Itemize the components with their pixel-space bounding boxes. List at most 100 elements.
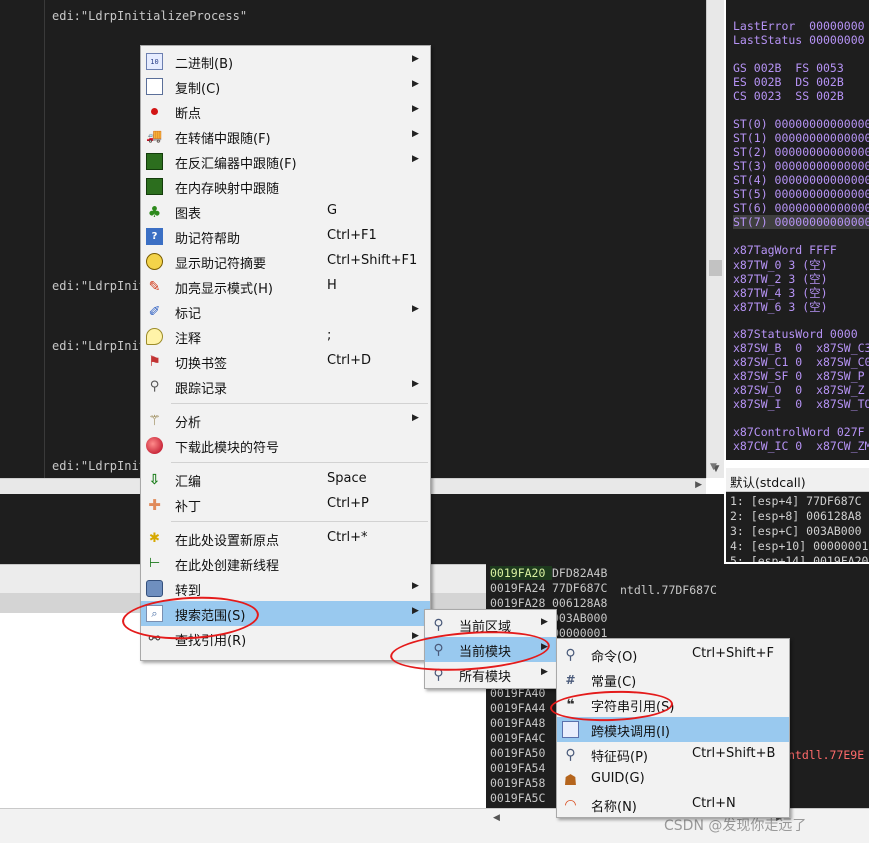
menu-item-trace-feet[interactable]: ⚲ 跟踪记录 ▶ [141, 374, 430, 399]
menu-item-memory-map[interactable]: 在内存映射中跟随 [141, 174, 430, 199]
menu-item-shortcut: Ctrl+F1 [327, 228, 377, 243]
menu-item-shortcut: H [327, 278, 337, 293]
call-argument-line[interactable]: 2: [esp+8] 006128A8 [730, 509, 862, 523]
new-origin-icon: ✱ [149, 531, 160, 546]
call-argument-line[interactable]: 3: [esp+C] 003AB000 [730, 524, 862, 538]
register-line[interactable]: ST(4) 00000000000000 [733, 173, 869, 187]
menu-item-label: 跨模块调用(I) [591, 725, 670, 740]
stack-row[interactable]: 0019FA54 [490, 761, 552, 775]
menu-separator [171, 462, 428, 463]
current-module-submenu: ⚲ 命令(O) Ctrl+Shift+F # 常量(C) ❝ 字符串引用(S) 跨模块调用(I… [556, 638, 790, 818]
scrollbar-thumb[interactable] [709, 260, 722, 276]
register-line[interactable]: ST(3) 00000000000000 [733, 159, 869, 173]
register-line[interactable]: ST(6) 00000000000000 [733, 201, 869, 215]
menu-item-highlight-pen[interactable]: ✎ 加亮显示模式(H) H [141, 274, 430, 299]
stack-row[interactable]: 0019FA50 [490, 746, 552, 760]
register-line[interactable]: LastError 00000000 [733, 19, 865, 33]
menu-item-graph-tree[interactable]: ♣ 图表 G [141, 199, 430, 224]
menu-item-assemble[interactable]: ⇩ 汇编 Space [141, 467, 430, 492]
stack-address: 0019FA58 [490, 776, 546, 790]
stack-row[interactable]: 0019FA4C [490, 731, 552, 745]
menu-item-label-tag[interactable]: ✐ 标记 ▶ [141, 299, 430, 324]
stack-row[interactable]: 0019FA24 77DF687C [490, 581, 607, 595]
menu-item-label: 补丁 [175, 500, 202, 515]
stack-row[interactable]: 0019FA58 [490, 776, 552, 790]
menu-item-breakpoint[interactable]: 断点 ▶ [141, 99, 430, 124]
register-line[interactable]: ST(2) 00000000000000 [733, 145, 869, 159]
stack-address: 0019FA20 [490, 566, 552, 580]
menu-item-binary[interactable]: 10 二进制(B) ▶ [141, 49, 430, 74]
calling-convention-selector[interactable]: 默认(stdcall) [726, 468, 869, 492]
submenu-arrow-icon: ▶ [412, 606, 419, 616]
register-line[interactable]: x87ControlWord 027F [733, 425, 865, 439]
menu-separator [171, 403, 428, 404]
scroll-right-arrow-icon[interactable]: ▶ [695, 480, 702, 490]
menu-item-download-symbols[interactable]: 下载此模块的符号 [141, 433, 430, 458]
menu-item-truck[interactable]: 🚚 在转储中跟随(F) ▶ [141, 124, 430, 149]
menu-item-label: 跟踪记录 [175, 382, 228, 397]
stack-row[interactable]: 0019FA5C [490, 791, 552, 805]
binary-icon: 10 [146, 53, 163, 70]
disassembly-comment: edi:"LdrpInitializeProcess" [52, 9, 248, 23]
menu-item-shortcut: G [327, 203, 338, 218]
menu-item-label: 显示助记符摘要 [175, 257, 267, 272]
stack-row[interactable]: 0019FA28 006128A8 [490, 596, 607, 610]
register-line[interactable]: x87SW_O 0 x87SW_Z [733, 383, 865, 397]
menu-item-comment-bubble[interactable]: 注释; [141, 324, 430, 349]
menu-item-guid[interactable]: ☗ GUID(G) [557, 767, 789, 792]
menu-item-label: 注释 [175, 332, 202, 347]
register-line[interactable]: ST(0) 00000000000000 [733, 117, 869, 131]
stack-address: 0019FA48 [490, 716, 546, 730]
register-line[interactable]: LastStatus 00000000 [733, 33, 865, 47]
trace-feet-icon: ⚲ [149, 379, 160, 394]
stack-row[interactable]: 0019FA20 DFD82A4B [490, 566, 607, 580]
menu-item-summary-face[interactable]: 显示助记符摘要 Ctrl+Shift+F1 [141, 249, 430, 274]
menu-item-command-search[interactable]: ⚲ 命令(O) Ctrl+Shift+F [557, 642, 789, 667]
call-arguments-pane[interactable]: 1: [esp+4] 77DF687C 2: [esp+8] 006128A8 3:… [726, 492, 869, 562]
registers-scroll-down-icon[interactable]: ▼ [710, 462, 717, 472]
menu-item-constant[interactable]: # 常量(C) [557, 667, 789, 692]
register-line[interactable]: x87SW_C1 0 x87SW_C0 [733, 355, 869, 369]
register-line[interactable]: ST(7) 00000000000000 [733, 215, 869, 229]
register-line[interactable]: x87SW_B 0 x87SW_C3 [733, 341, 869, 355]
stack-row[interactable]: 0019FA48 [490, 716, 552, 730]
registers-pane[interactable]: LastError 00000000 LastStatus 00000000 GS … [726, 0, 869, 460]
register-line[interactable]: x87StatusWord 0000 [733, 327, 858, 341]
stack-row[interactable]: 0019FA44 [490, 701, 552, 715]
disassembly-vertical-scrollbar[interactable]: ▼ [706, 0, 724, 478]
call-argument-line[interactable]: 5: [esp+14] 0019FA20 [730, 554, 868, 562]
menu-item-bookmark[interactable]: ⚑ 切换书签 Ctrl+D [141, 349, 430, 374]
menu-item-help[interactable]: ? 助记符帮助 Ctrl+F1 [141, 224, 430, 249]
menu-item-new-thread[interactable]: ⊢ 在此处创建新线程 [141, 551, 430, 576]
menu-item-names[interactable]: ◠ 名称(N) Ctrl+N [557, 792, 789, 817]
stack-comment: ntdll.77E9E [788, 748, 865, 762]
register-line[interactable]: x87SW_SF 0 x87SW_P [733, 369, 865, 383]
menu-item-chip[interactable]: 在反汇编器中跟随(F) ▶ [141, 149, 430, 174]
menu-item-new-origin[interactable]: ✱ 在此处设置新原点 Ctrl+* [141, 526, 430, 551]
submenu-arrow-icon: ▶ [412, 104, 419, 114]
menu-item-analyze-wand[interactable]: ⚚ 分析 ▶ [141, 408, 430, 433]
register-line[interactable]: x87TW_6 3 (空) [733, 299, 828, 315]
submenu-arrow-icon: ▶ [412, 379, 419, 389]
register-line[interactable]: CS 0023 SS 002B [733, 89, 844, 103]
register-line[interactable]: x87CW_IC 0 x87CW_ZM [733, 439, 869, 453]
scroll-left-arrow-icon[interactable]: ◀ [493, 813, 500, 823]
menu-item-copy[interactable]: 复制(C) ▶ [141, 74, 430, 99]
menu-item-pattern[interactable]: ⚲ 特征码(P) Ctrl+Shift+B [557, 742, 789, 767]
menu-item-label: 命令(O) [591, 650, 638, 665]
call-argument-line[interactable]: 1: [esp+4] 77DF687C [730, 494, 862, 508]
submenu-arrow-icon: ▶ [412, 54, 419, 64]
register-line[interactable]: ES 002B DS 002B [733, 75, 844, 89]
stack-value: DFD82A4B [552, 566, 608, 580]
register-line[interactable]: x87TagWord FFFF [733, 243, 837, 257]
menu-item-patch[interactable]: ✚ 补丁 Ctrl+P [141, 492, 430, 517]
breakpoint-icon [151, 108, 158, 115]
call-argument-line[interactable]: 4: [esp+10] 00000001 [730, 539, 868, 553]
pattern-icon: ⚲ [565, 746, 576, 763]
register-line[interactable]: ST(5) 00000000000000 [733, 187, 869, 201]
register-line[interactable]: GS 002B FS 0053 [733, 61, 844, 75]
register-line[interactable]: x87SW_I 0 x87SW_TO [733, 397, 869, 411]
menu-item-label: 复制(C) [175, 82, 221, 97]
stack-value: 003AB000 [552, 611, 608, 625]
register-line[interactable]: ST(1) 00000000000000 [733, 131, 869, 145]
